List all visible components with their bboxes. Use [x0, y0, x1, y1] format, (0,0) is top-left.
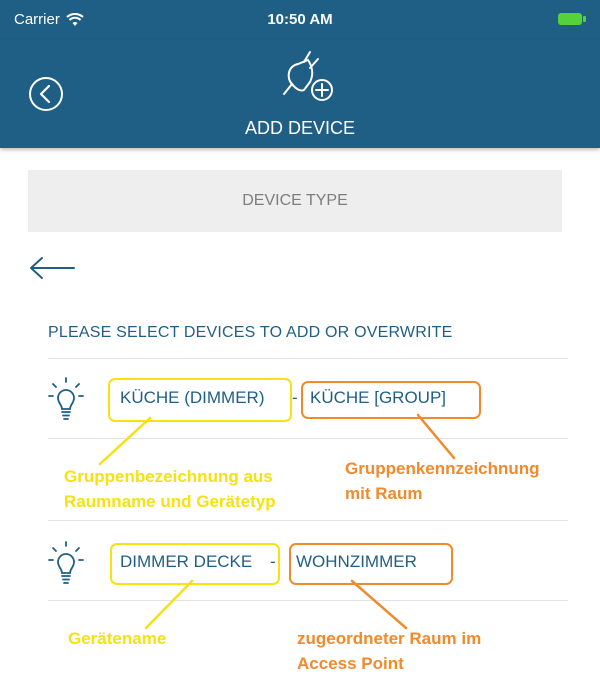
annotation-line: mit Raum [345, 484, 423, 503]
highlight-device-name [108, 378, 292, 422]
annotation-line: Raumname und Gerätetyp [64, 492, 276, 511]
light-bulb-icon [48, 377, 84, 420]
divider [48, 438, 568, 439]
page-title: ADD DEVICE [244, 118, 356, 138]
annotation-device-name: Gerätename [68, 626, 166, 651]
annotation-line: Gerätename [68, 629, 167, 648]
divider [48, 600, 568, 601]
annotation-group-name: Gruppenbezeichnung aus Raumname und Gerä… [64, 464, 276, 514]
highlight-device-room [289, 543, 453, 585]
highlight-device-room [301, 381, 481, 419]
divider [48, 520, 568, 521]
annotation-line: Gruppenkennzeichnung [345, 459, 540, 478]
section-heading: PLEASE SELECT DEVICES TO ADD OR OVERWRIT… [48, 324, 453, 341]
annotation-line: zugeordneter Raum im [297, 629, 482, 648]
plug-add-icon [283, 51, 333, 101]
status-bar: Carrier 10:50 AM [0, 0, 600, 40]
nav-bar: ADD DEVICE [0, 40, 600, 148]
annotation-line: Gruppenbezeichnung aus [64, 467, 273, 486]
annotation-assigned-room: zugeordneter Raum im Access Point [297, 626, 481, 676]
device-separator: - [292, 388, 298, 407]
back-circle-button[interactable] [28, 76, 64, 112]
light-bulb-icon [48, 541, 84, 584]
annotation-group-id: Gruppenkennzeichnung mit Raum [345, 456, 540, 506]
annotation-line: Access Point [297, 654, 404, 673]
arrow-left-icon[interactable] [28, 254, 76, 282]
device-type-button[interactable]: DEVICE TYPE [28, 170, 562, 232]
divider [48, 358, 568, 359]
status-time: 10:50 AM [267, 11, 333, 28]
highlight-device-name [110, 543, 280, 585]
device-type-label: DEVICE TYPE [242, 192, 348, 209]
battery-icon [558, 13, 586, 25]
